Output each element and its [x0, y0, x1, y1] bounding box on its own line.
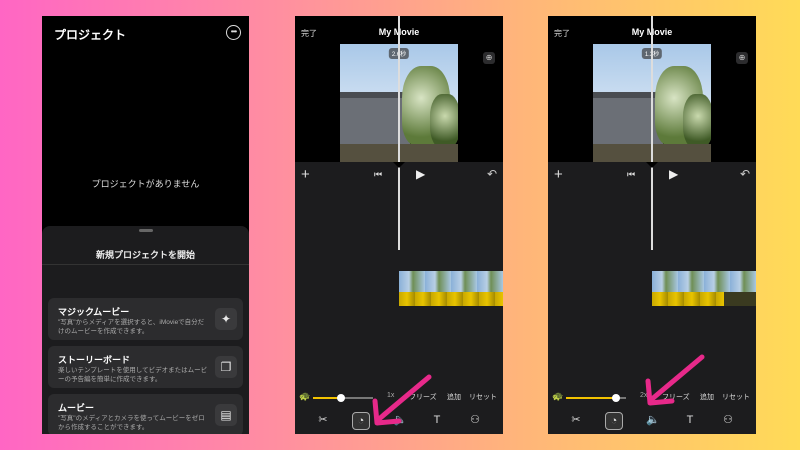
speed-clip-band[interactable] [399, 292, 503, 306]
speed-slider-thumb[interactable] [611, 394, 620, 402]
filter-icon[interactable]: ⚇ [720, 412, 736, 428]
speed-clip-band[interactable] [652, 292, 724, 306]
playhead [651, 16, 653, 250]
zoom-icon[interactable]: ⊕ [736, 52, 748, 64]
skip-back-icon[interactable]: ⏮ [627, 169, 635, 180]
undo-icon[interactable]: ↶ [740, 167, 750, 181]
option-description: "写真"のメディアとカメラを使ってムービーをゼロから作成することができます。 [58, 415, 205, 431]
audio-icon[interactable]: 🔈 [645, 412, 661, 428]
zoom-icon[interactable]: ⊕ [483, 52, 495, 64]
projects-screen: プロジェクト ••• プロジェクトがありません 新規プロジェクトを開始 マジック… [42, 16, 249, 434]
magic-movie-option[interactable]: マジックムービー "写真"からメディアを選択すると、iMovieで自分だけのムー… [48, 298, 243, 340]
playhead [398, 16, 400, 250]
add-media-icon[interactable]: + [554, 167, 563, 182]
speed-clip-rest [724, 292, 756, 306]
pointer-arrow [372, 374, 432, 426]
sheet-title: 新規プロジェクトを開始 [95, 250, 195, 260]
option-description: "写真"からメディアを選択すると、iMovieで自分だけのムービーを作成できます… [58, 319, 205, 335]
storyboard-option[interactable]: ストーリーボード 楽しいテンプレートを使用してビデオまたはムービーの予告編を簡単… [48, 346, 243, 388]
scissors-icon[interactable]: ✂ [315, 412, 331, 428]
speed-slider-thumb[interactable] [337, 394, 346, 402]
add-media-icon[interactable]: + [301, 167, 310, 182]
turtle-icon: 🐢 [552, 391, 564, 401]
magic-wand-icon: ✦ [215, 308, 237, 330]
storyboard-icon: ❐ [215, 356, 237, 378]
speed-slider[interactable] [313, 394, 373, 402]
divider [42, 264, 249, 265]
editor-screen-1x: 完了 My Movie 2.6秒 ⊕ + ⏮ ▶ ↶ 🐢 1x フリーズ 追加 … [295, 16, 503, 434]
undo-icon[interactable]: ↶ [487, 167, 497, 181]
reset-button[interactable]: リセット [469, 392, 497, 402]
projects-title: プロジェクト [54, 28, 127, 42]
option-title: ストーリーボード [58, 355, 131, 365]
film-icon: ▤ [215, 404, 237, 426]
play-icon[interactable]: ▶ [416, 167, 425, 181]
playhead-marker [393, 162, 405, 168]
speed-icon[interactable]: ◔ [605, 412, 623, 430]
movie-option[interactable]: ムービー "写真"のメディアとカメラを使ってムービーをゼロから作成することができ… [48, 394, 243, 434]
new-project-sheet: 新規プロジェクトを開始 マジックムービー "写真"からメディアを選択すると、iM… [42, 226, 249, 434]
video-clip[interactable] [399, 271, 503, 292]
speed-slider[interactable] [566, 394, 626, 402]
text-icon[interactable]: T [682, 412, 698, 428]
pointer-arrow [645, 354, 705, 406]
option-title: ムービー [58, 403, 95, 413]
speed-slider-fill [566, 397, 616, 399]
scissors-icon[interactable]: ✂ [568, 412, 584, 428]
skip-back-icon[interactable]: ⏮ [374, 169, 382, 180]
option-title: マジックムービー [58, 307, 130, 317]
tool-bar: ✂ ◔ 🔈 T ⚇ [548, 408, 756, 434]
filter-icon[interactable]: ⚇ [467, 412, 483, 428]
add-button[interactable]: 追加 [447, 392, 461, 402]
play-icon[interactable]: ▶ [669, 167, 678, 181]
video-clip[interactable] [652, 271, 756, 292]
option-description: 楽しいテンプレートを使用してビデオまたはムービーの予告編を簡単に作成できます。 [58, 367, 208, 383]
reset-button[interactable]: リセット [722, 392, 750, 402]
sheet-grabber[interactable] [139, 229, 153, 232]
ellipsis-circle-icon[interactable]: ••• [226, 25, 241, 40]
editor-screen-2x: 完了 My Movie 1.3秒 ⊕ + ⏮ ▶ ↶ 🐢 2x フリーズ 追加 … [548, 16, 756, 434]
playhead-marker [646, 162, 658, 168]
empty-projects-message: プロジェクトがありません [91, 179, 200, 189]
turtle-icon: 🐢 [299, 391, 311, 401]
